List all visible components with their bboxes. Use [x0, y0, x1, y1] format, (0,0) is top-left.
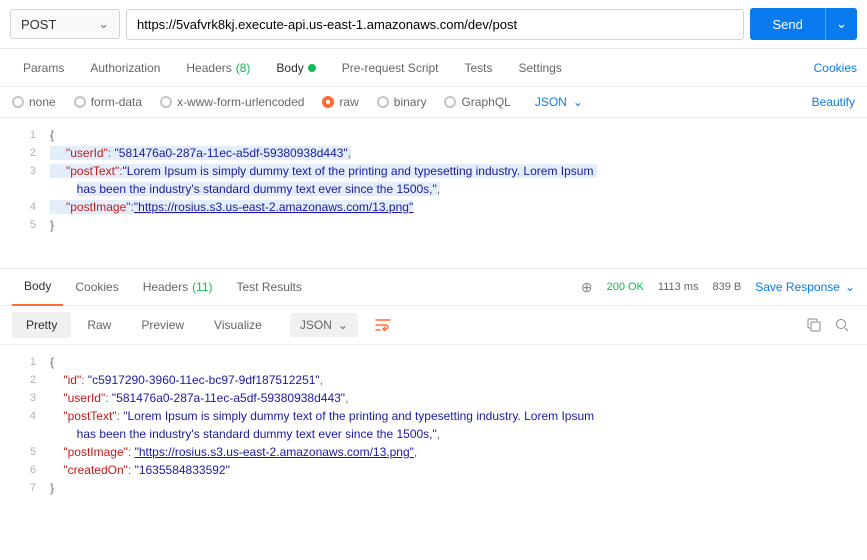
radio-icon	[322, 96, 334, 108]
view-pretty[interactable]: Pretty	[12, 312, 71, 338]
body-formdata-radio[interactable]: form-data	[74, 95, 142, 109]
radio-icon	[160, 96, 172, 108]
tab-settings[interactable]: Settings	[506, 51, 575, 85]
response-tab-testresults[interactable]: Test Results	[225, 269, 314, 305]
url-input[interactable]	[126, 9, 744, 40]
tab-headers[interactable]: Headers (8)	[173, 51, 263, 85]
method-value: POST	[21, 17, 56, 32]
chevron-down-icon: ⌄	[98, 16, 109, 32]
body-language-dropdown[interactable]: JSON ⌄	[535, 95, 583, 109]
wrap-icon	[375, 318, 391, 332]
search-button[interactable]	[829, 312, 855, 338]
method-dropdown[interactable]: POST ⌄	[10, 9, 120, 39]
headers-count-badge: (8)	[236, 61, 251, 75]
response-language-dropdown[interactable]: JSON ⌄	[290, 313, 358, 337]
body-graphql-radio[interactable]: GraphQL	[444, 95, 510, 109]
body-raw-radio[interactable]: raw	[322, 95, 358, 109]
request-body-editor[interactable]: 1{ 2····"userId": "581476a0-287a-11ec-a5…	[0, 118, 867, 268]
response-tab-cookies[interactable]: Cookies	[63, 269, 130, 305]
chevron-down-icon: ⌄	[845, 280, 855, 294]
cookies-link[interactable]: Cookies	[814, 61, 857, 75]
wrap-lines-button[interactable]	[370, 313, 396, 337]
copy-icon	[807, 318, 821, 332]
send-button[interactable]: Send	[750, 8, 824, 40]
response-time: 1113 ms	[658, 281, 699, 293]
tab-authorization[interactable]: Authorization	[77, 51, 173, 85]
response-size: 839 B	[712, 281, 741, 293]
chevron-down-icon: ⌄	[836, 16, 847, 31]
radio-icon	[444, 96, 456, 108]
response-body-viewer[interactable]: 1{ 2 "id": "c5917290-3960-11ec-bc97-9df1…	[0, 345, 867, 505]
radio-icon	[12, 96, 24, 108]
view-preview[interactable]: Preview	[127, 312, 198, 338]
response-headers-count: (11)	[192, 280, 212, 294]
body-binary-radio[interactable]: binary	[377, 95, 427, 109]
copy-button[interactable]	[801, 312, 827, 338]
response-tab-body[interactable]: Body	[12, 268, 63, 306]
chevron-down-icon: ⌄	[338, 318, 348, 332]
status-code: 200 OK	[607, 281, 644, 293]
save-response-dropdown[interactable]: Save Response ⌄	[755, 280, 855, 294]
radio-icon	[377, 96, 389, 108]
chevron-down-icon: ⌄	[573, 95, 583, 109]
radio-icon	[74, 96, 86, 108]
tab-params[interactable]: Params	[10, 51, 77, 85]
modified-dot-icon	[308, 64, 316, 72]
tab-tests[interactable]: Tests	[451, 51, 505, 85]
network-icon[interactable]: ⊕	[581, 279, 593, 296]
beautify-link[interactable]: Beautify	[812, 95, 855, 109]
search-icon	[835, 318, 849, 332]
body-none-radio[interactable]: none	[12, 95, 56, 109]
tab-body[interactable]: Body	[263, 51, 328, 85]
send-dropdown-button[interactable]: ⌄	[825, 8, 857, 40]
view-raw[interactable]: Raw	[73, 312, 125, 338]
response-tab-headers[interactable]: Headers (11)	[131, 269, 225, 305]
view-visualize[interactable]: Visualize	[200, 312, 276, 338]
body-xform-radio[interactable]: x-www-form-urlencoded	[160, 95, 304, 109]
tab-prerequest[interactable]: Pre-request Script	[329, 51, 452, 85]
